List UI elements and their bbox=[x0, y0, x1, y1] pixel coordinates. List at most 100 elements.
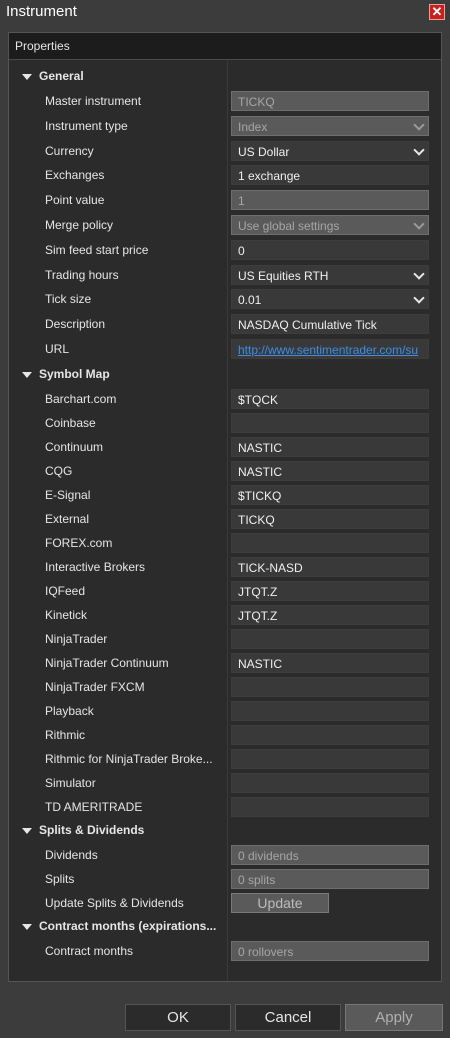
collapse-icon[interactable] bbox=[22, 924, 32, 930]
property-label: External bbox=[45, 512, 90, 526]
symbol-input[interactable] bbox=[231, 413, 429, 433]
symbol-row-ninjatrader-continuum: NinjaTrader Continuum NASTIC bbox=[9, 651, 441, 675]
property-row-tick-size: Tick size 0.01 bbox=[9, 287, 441, 311]
property-label: Tick size bbox=[45, 292, 92, 307]
symbol-row-ninjatrader-fxcm: NinjaTrader FXCM bbox=[9, 675, 441, 699]
currency-dropdown[interactable]: US Dollar bbox=[231, 140, 429, 161]
symbol-row-simulator: Simulator bbox=[9, 771, 441, 795]
category-splits-dividends[interactable]: Splits & Dividends bbox=[9, 819, 441, 843]
property-row-contract-months: Contract months 0 rollovers bbox=[9, 939, 441, 963]
property-label: IQFeed bbox=[45, 584, 86, 598]
chevron-down-icon[interactable] bbox=[413, 119, 425, 131]
property-label: Sim feed start price bbox=[45, 242, 149, 257]
collapse-icon[interactable] bbox=[22, 372, 32, 378]
property-label: Exchanges bbox=[45, 168, 105, 183]
master-instrument-field[interactable]: TICKQ bbox=[231, 91, 429, 111]
symbol-row-td-ameritrade: TD AMERITRADE bbox=[9, 795, 441, 819]
category-label: General bbox=[39, 69, 84, 83]
category-contract-months[interactable]: Contract months (expirations... bbox=[9, 915, 441, 939]
property-row-exchanges: Exchanges 1 exchange bbox=[9, 163, 441, 187]
property-row-url: URL http://www.sentimentrader.com/su bbox=[9, 337, 441, 361]
collapse-icon[interactable] bbox=[22, 74, 32, 80]
symbol-input[interactable] bbox=[231, 749, 429, 769]
trading-hours-dropdown[interactable]: US Equities RTH bbox=[231, 264, 429, 285]
property-label: Simulator bbox=[45, 776, 96, 790]
tick-size-dropdown[interactable]: 0.01 bbox=[231, 289, 429, 310]
splits-field[interactable]: 0 splits bbox=[231, 869, 429, 889]
symbol-input[interactable]: NASTIC bbox=[231, 437, 429, 457]
property-label: CQG bbox=[45, 464, 73, 478]
close-icon[interactable]: ✕ bbox=[429, 4, 445, 20]
property-label: NinjaTrader Continuum bbox=[45, 656, 169, 670]
property-label: Splits bbox=[45, 872, 75, 886]
category-label: Symbol Map bbox=[39, 367, 110, 381]
symbol-input[interactable]: $TQCK bbox=[231, 389, 429, 409]
category-label: Splits & Dividends bbox=[39, 823, 145, 837]
properties-title: Properties bbox=[15, 39, 70, 53]
property-label: Coinbase bbox=[45, 416, 96, 430]
symbol-row-coinbase: Coinbase bbox=[9, 411, 441, 435]
symbol-row-external: External TICKQ bbox=[9, 507, 441, 531]
property-label: Instrument type bbox=[45, 118, 128, 133]
category-general[interactable]: General bbox=[9, 65, 441, 89]
symbol-input[interactable]: TICK-NASD bbox=[231, 557, 429, 577]
symbol-input[interactable] bbox=[231, 773, 429, 793]
property-label: Merge policy bbox=[45, 218, 114, 232]
property-label: Kinetick bbox=[45, 608, 88, 622]
property-label: FOREX.com bbox=[45, 536, 113, 550]
symbol-input[interactable] bbox=[231, 701, 429, 721]
symbol-input[interactable] bbox=[231, 797, 429, 817]
property-row-splits: Splits 0 splits bbox=[9, 867, 441, 891]
symbol-input[interactable] bbox=[231, 533, 429, 553]
property-value: TICKQ bbox=[238, 95, 275, 109]
symbol-input[interactable] bbox=[231, 725, 429, 745]
chevron-down-icon[interactable] bbox=[413, 218, 425, 230]
url-field[interactable]: http://www.sentimentrader.com/su bbox=[231, 339, 429, 359]
sim-feed-start-price-field[interactable]: 0 bbox=[231, 239, 429, 260]
symbol-row-e-signal: E-Signal $TICKQ bbox=[9, 483, 441, 507]
window-title: Instrument bbox=[6, 3, 77, 20]
property-label: Update Splits & Dividends bbox=[45, 896, 184, 910]
symbol-row-kinetick: Kinetick JTQT.Z bbox=[9, 603, 441, 627]
symbol-input[interactable]: TICKQ bbox=[231, 509, 429, 529]
description-field[interactable]: NASDAQ Cumulative Tick bbox=[231, 314, 429, 335]
dividends-field[interactable]: 0 dividends bbox=[231, 845, 429, 865]
merge-policy-dropdown[interactable]: Use global settings bbox=[231, 215, 429, 235]
symbol-input[interactable]: NASTIC bbox=[231, 461, 429, 481]
chevron-down-icon[interactable] bbox=[413, 267, 425, 280]
symbol-row-playback: Playback bbox=[9, 699, 441, 723]
symbol-input[interactable] bbox=[231, 677, 429, 697]
symbol-input[interactable]: JTQT.Z bbox=[231, 605, 429, 625]
property-label: Master instrument bbox=[45, 94, 142, 108]
ok-button[interactable]: OK bbox=[125, 1004, 231, 1031]
property-row-dividends: Dividends 0 dividends bbox=[9, 843, 441, 867]
exchanges-field[interactable]: 1 exchange bbox=[231, 165, 429, 186]
property-label: Playback bbox=[45, 704, 94, 718]
instrument-type-dropdown[interactable]: Index bbox=[231, 115, 429, 136]
point-value-field[interactable]: 1 bbox=[231, 190, 429, 211]
category-symbol-map[interactable]: Symbol Map bbox=[9, 363, 441, 387]
symbol-row-iqfeed: IQFeed JTQT.Z bbox=[9, 579, 441, 603]
properties-header: Properties bbox=[9, 33, 441, 60]
update-button[interactable]: Update bbox=[231, 893, 329, 913]
apply-button[interactable]: Apply bbox=[345, 1004, 443, 1031]
contract-months-field[interactable]: 0 rollovers bbox=[231, 941, 429, 961]
symbol-input[interactable]: JTQT.Z bbox=[231, 581, 429, 601]
property-value: 1 bbox=[238, 194, 245, 209]
property-value: Use global settings bbox=[238, 219, 340, 233]
chevron-down-icon[interactable] bbox=[413, 292, 425, 305]
property-label: NinjaTrader bbox=[45, 632, 108, 646]
property-label: Rithmic for NinjaTrader Broke... bbox=[45, 752, 213, 766]
symbol-input[interactable]: NASTIC bbox=[231, 653, 429, 673]
chevron-down-icon[interactable] bbox=[413, 143, 425, 156]
category-label: Contract months (expirations... bbox=[39, 919, 217, 933]
symbol-row-continuum: Continuum NASTIC bbox=[9, 435, 441, 459]
symbol-input[interactable]: $TICKQ bbox=[231, 485, 429, 505]
property-label: Currency bbox=[45, 143, 94, 158]
property-label: Interactive Brokers bbox=[45, 560, 146, 574]
property-value: US Dollar bbox=[238, 144, 290, 159]
cancel-button[interactable]: Cancel bbox=[235, 1004, 341, 1031]
collapse-icon[interactable] bbox=[22, 828, 32, 834]
property-label: Description bbox=[45, 317, 106, 332]
symbol-input[interactable] bbox=[231, 629, 429, 649]
